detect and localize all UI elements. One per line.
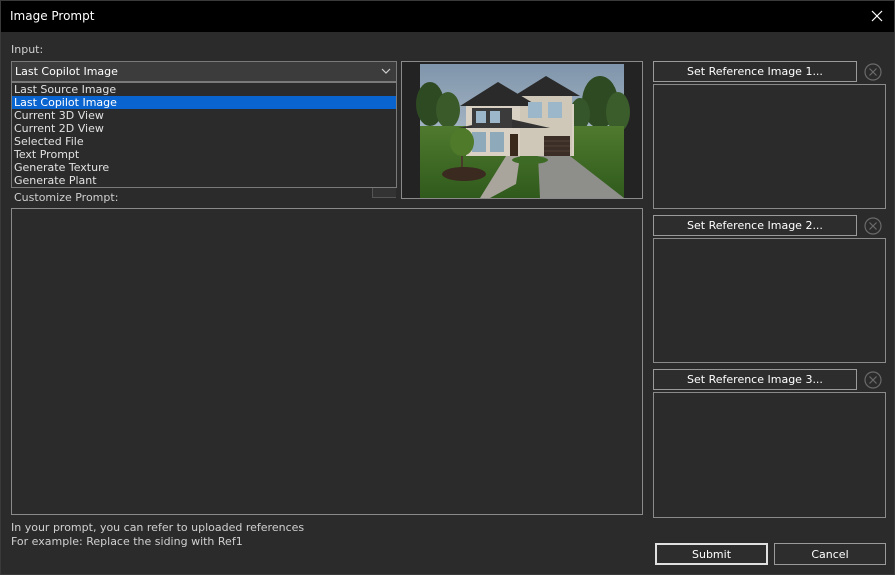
window-title: Image Prompt [10, 9, 95, 23]
clear-circle-x-icon [864, 371, 882, 389]
hint-line-2: For example: Replace the siding with Ref… [11, 535, 243, 548]
reference-image-1-preview [653, 84, 886, 209]
dropdown-option-generate-plant[interactable]: Generate Plant [12, 174, 396, 187]
clear-reference-1-button[interactable] [862, 61, 884, 83]
source-image-preview [401, 61, 643, 199]
clear-circle-x-icon [864, 217, 882, 235]
dropdown-option-text-prompt[interactable]: Text Prompt [12, 148, 396, 161]
reference-image-2-preview [653, 238, 886, 363]
close-button[interactable] [864, 3, 890, 29]
title-bar[interactable]: Image Prompt [1, 1, 894, 32]
house-rendering-image [402, 62, 642, 198]
chevron-down-icon [381, 68, 391, 74]
dropdown-option-current-3d-view[interactable]: Current 3D View [12, 109, 396, 122]
input-source-selected-value: Last Copilot Image [15, 65, 118, 78]
input-source-select[interactable]: Last Copilot Image [11, 61, 397, 82]
hint-line-1: In your prompt, you can refer to uploade… [11, 521, 305, 534]
clear-circle-x-icon [864, 63, 882, 81]
reference-image-3-preview [653, 392, 886, 518]
customize-prompt-textarea[interactable] [11, 208, 643, 515]
dropdown-option-last-copilot-image[interactable]: Last Copilot Image [12, 96, 396, 109]
set-reference-image-2-button[interactable]: Set Reference Image 2... [653, 215, 857, 236]
clear-reference-3-button[interactable] [862, 369, 884, 391]
set-reference-image-3-button[interactable]: Set Reference Image 3... [653, 369, 857, 390]
cancel-button[interactable]: Cancel [774, 543, 886, 565]
dropdown-option-selected-file[interactable]: Selected File [12, 135, 396, 148]
set-reference-image-1-button[interactable]: Set Reference Image 1... [653, 61, 857, 82]
dropdown-option-last-source-image[interactable]: Last Source Image [12, 83, 396, 96]
customize-prompt-label: Customize Prompt: [14, 191, 119, 204]
clear-reference-2-button[interactable] [862, 215, 884, 237]
dropdown-option-current-2d-view[interactable]: Current 2D View [12, 122, 396, 135]
input-source-dropdown-list: Last Source Image Last Copilot Image Cur… [11, 82, 397, 188]
input-label: Input: [11, 43, 44, 56]
image-prompt-dialog: Image Prompt Input: Last Copilot Image L… [0, 0, 895, 575]
close-icon [871, 10, 883, 22]
dropdown-option-generate-texture[interactable]: Generate Texture [12, 161, 396, 174]
submit-button[interactable]: Submit [655, 543, 768, 565]
